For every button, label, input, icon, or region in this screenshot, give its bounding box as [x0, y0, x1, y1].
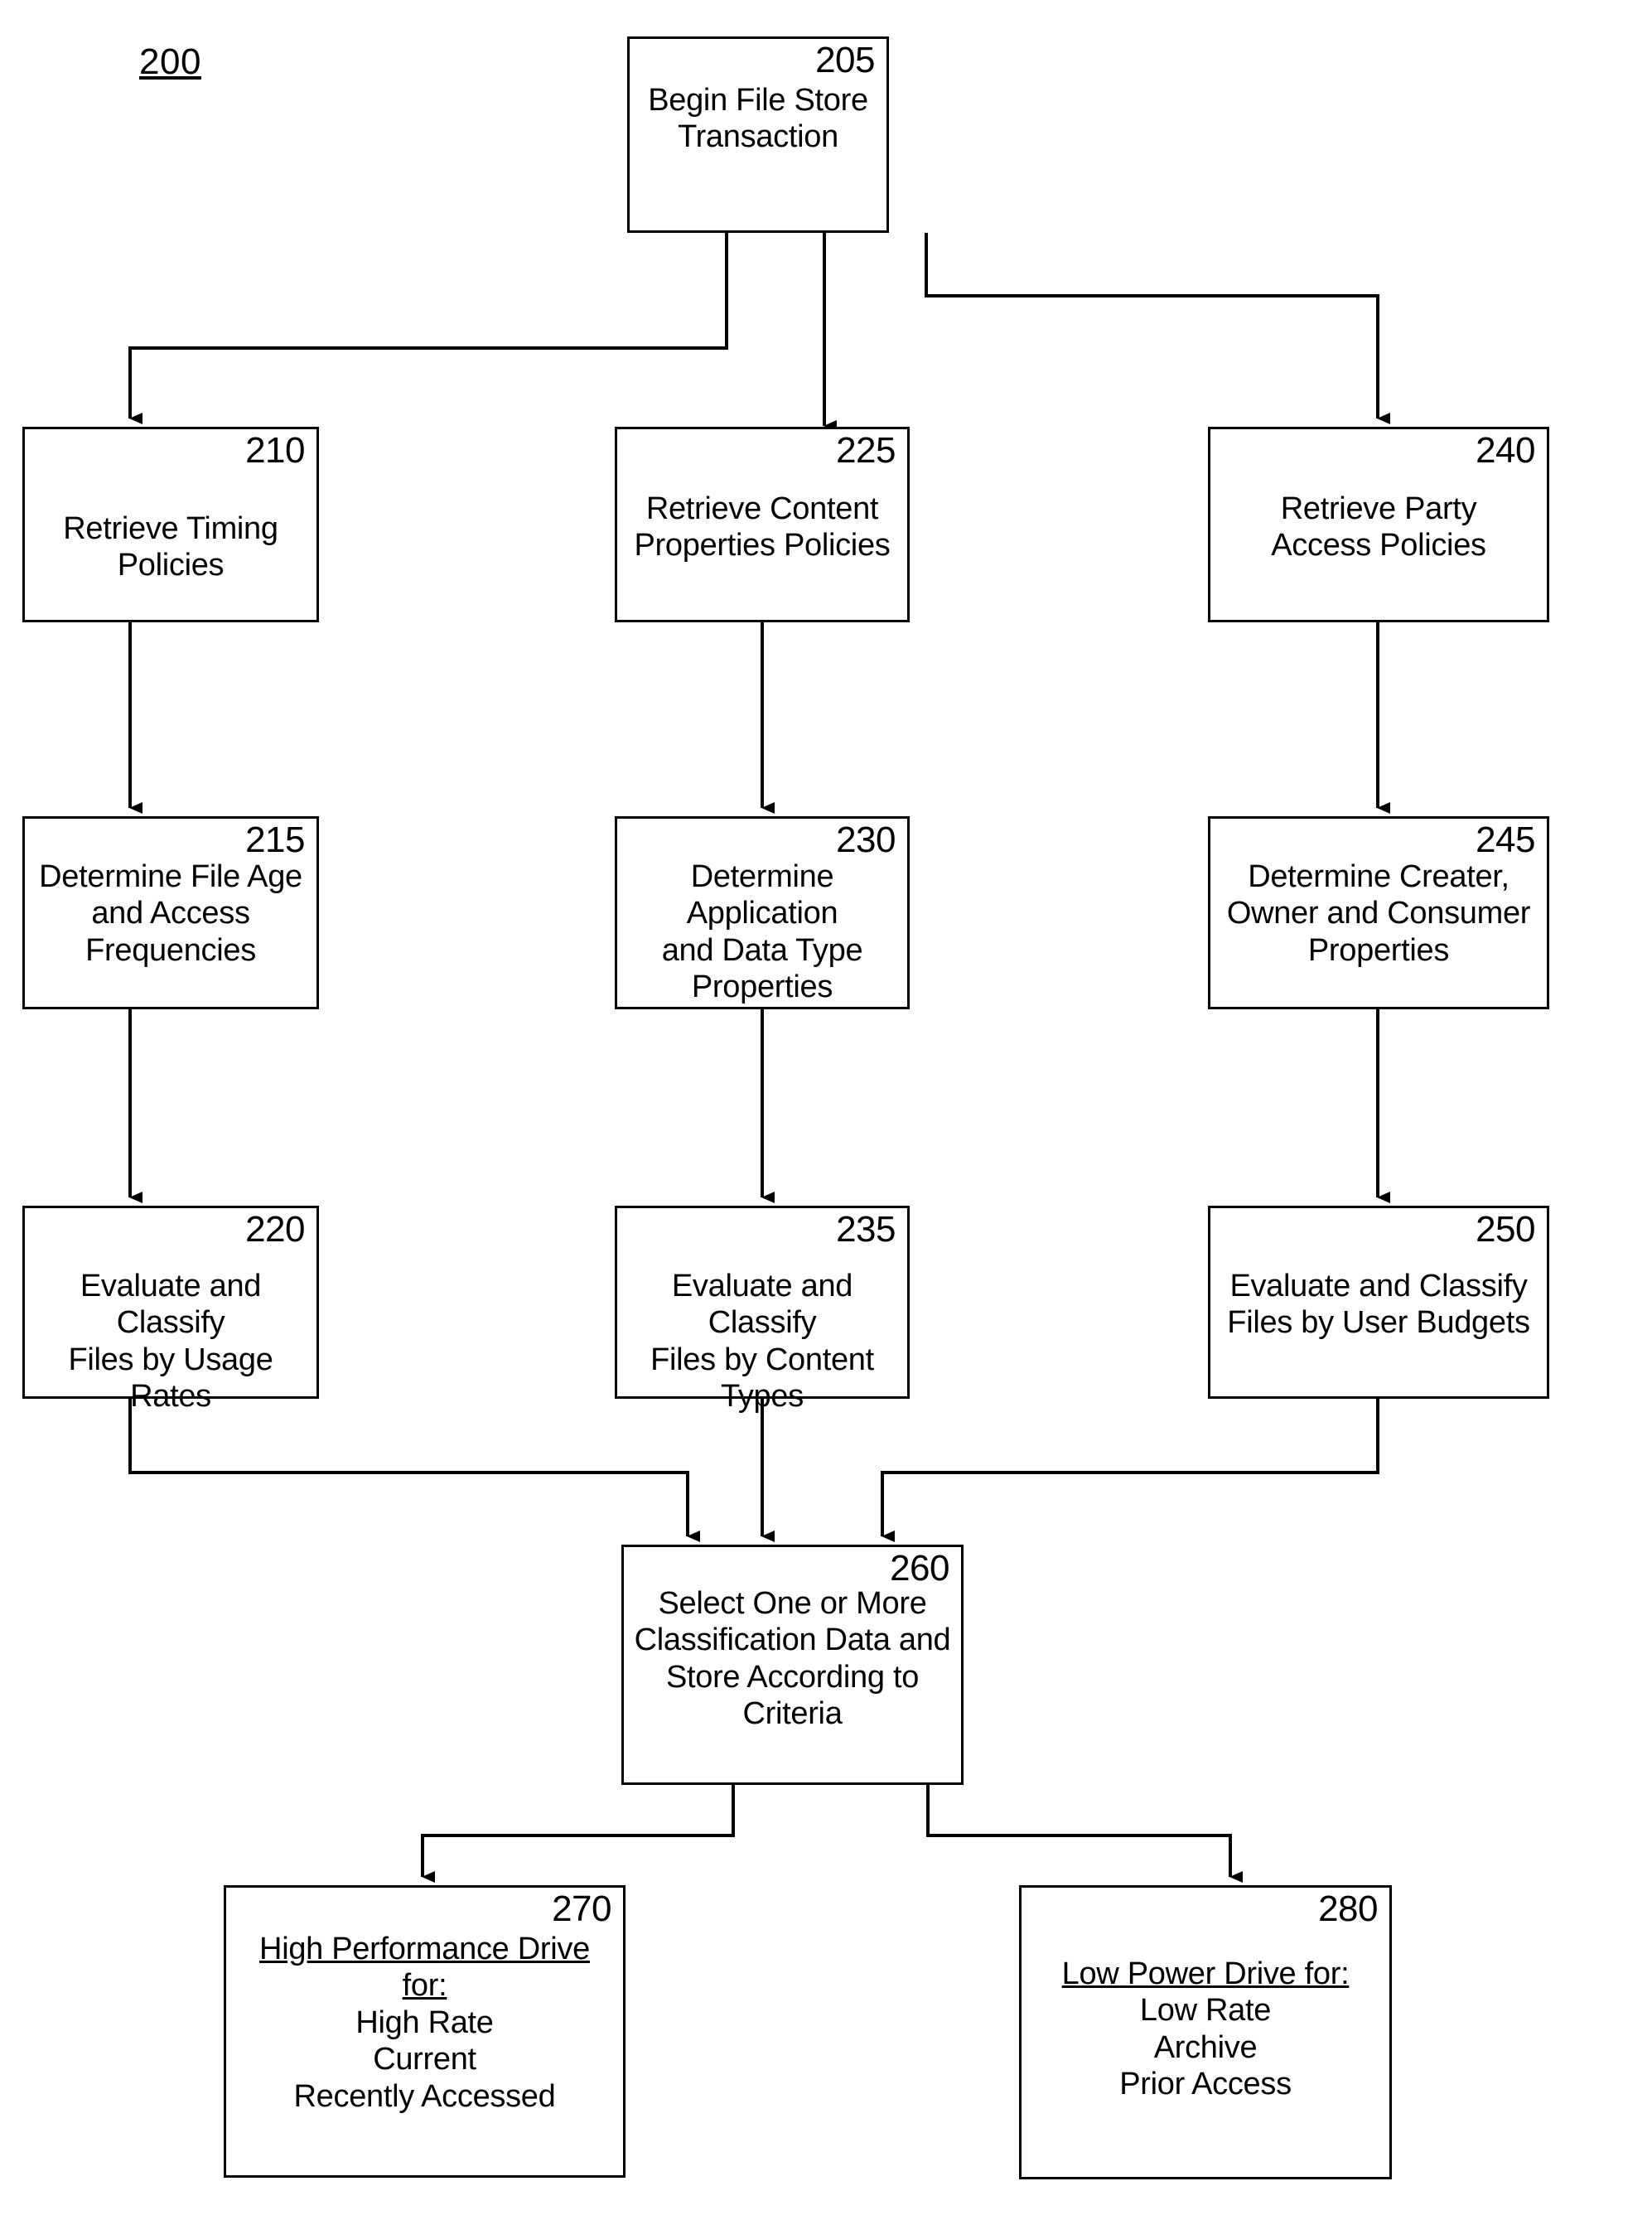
step-label: Evaluate and Classify Files by Usage Rat…: [68, 1269, 273, 1415]
step-label: Begin File Store Transaction: [648, 83, 868, 155]
patent-flowchart-canvas: 200 205 Begin File Store Transaction 210 Re…: [0, 0, 1652, 2215]
outcome-content: High Performance Drive for: High Rate Curre…: [226, 1931, 623, 2115]
flowchart-step-230: 230 Determine Application and Data Type P…: [615, 816, 910, 1009]
step-label: Determine Creater, Owner and Consumer Pr…: [1226, 859, 1531, 968]
step-reference-number: 260: [890, 1548, 949, 1589]
flowchart-step-240: 240 Retrieve Party Access Policies: [1208, 427, 1549, 622]
flow-arrow: [128, 1399, 700, 1542]
step-label: Retrieve Party Access Policies: [1271, 491, 1486, 563]
step-label: Evaluate and Classify Files by Content T…: [650, 1269, 874, 1415]
step-reference-number: 250: [1476, 1209, 1535, 1250]
step-reference-number: 235: [836, 1209, 896, 1250]
step-reference-number: 240: [1476, 430, 1535, 471]
outcome-criteria-line: High Rate: [355, 2005, 494, 2040]
flowchart-step-210: 210 Retrieve Timing Policies: [22, 427, 319, 622]
outcome-criteria-line: Low Rate: [1139, 1993, 1272, 2029]
flowchart-step-245: 245 Determine Creater, Owner and Consumer…: [1208, 816, 1549, 1009]
step-reference-number: 230: [836, 820, 896, 860]
flowchart-step-205: 205 Begin File Store Transaction: [627, 36, 889, 233]
flow-arrow: [925, 233, 1390, 424]
outcome-criteria-line: Current: [373, 2042, 476, 2077]
step-reference-number: 220: [245, 1209, 305, 1250]
step-reference-number: 245: [1476, 820, 1535, 860]
flow-arrow: [926, 1785, 1243, 1883]
flowchart-step-235: 235 Evaluate and Classify Files by Conten…: [615, 1206, 910, 1414]
outcome-criteria-line: Recently Accessed: [293, 2078, 556, 2114]
flowchart-step-225: 225 Retrieve Content Properties Policies: [615, 427, 910, 622]
outcome-heading-line: Low Power Drive for:: [1061, 1956, 1350, 1991]
outcome-reference-number: 270: [552, 1889, 611, 1929]
flow-arrow: [421, 1785, 735, 1883]
step-label: Select One or More Classification Data a…: [634, 1586, 951, 1732]
figure-number-label: 200: [139, 41, 201, 82]
outcome-criteria-line: Archive: [1153, 2029, 1258, 2065]
outcome-content: Low Power Drive for: Low Rate Archive Prior…: [1022, 1956, 1389, 2103]
flowchart-step-220: 220 Evaluate and Classify Files by Usage …: [22, 1206, 319, 1414]
step-label: Determine File Age and Access Frequencie…: [39, 859, 302, 968]
flowchart-step-215: 215 Determine File Age and Access Frequen…: [22, 816, 319, 1009]
flowchart-step-260: 260 Select One or More Classification Dat…: [621, 1545, 964, 1785]
flowchart-outcome-280: 280 Low Power Drive for: Low Rate Archive Pr…: [1019, 1885, 1392, 2179]
step-reference-number: 205: [815, 40, 875, 80]
step-label: Determine Application and Data Type Prop…: [661, 859, 863, 1005]
outcome-heading-line: High Performance Drive: [259, 1932, 590, 1966]
flow-arrow: [128, 233, 728, 424]
flowchart-outcome-270: 270 High Performance Drive for: High Rate Cu…: [224, 1885, 626, 2178]
step-reference-number: 215: [245, 820, 305, 860]
outcome-reference-number: 280: [1318, 1889, 1378, 1929]
step-label: Retrieve Timing Policies: [63, 511, 278, 583]
step-label: Evaluate and Classify Files by User Budg…: [1227, 1269, 1530, 1341]
step-reference-number: 210: [245, 430, 305, 471]
step-reference-number: 225: [836, 430, 896, 471]
flow-connectors: [128, 233, 1390, 1883]
flow-arrow: [881, 1399, 1379, 1542]
step-label: Retrieve Content Properties Policies: [634, 491, 891, 563]
outcome-criteria-line: Prior Access: [1119, 2067, 1292, 2102]
flowchart-step-250: 250 Evaluate and Classify Files by User B…: [1208, 1206, 1549, 1399]
outcome-heading-line: for:: [402, 1968, 447, 2004]
